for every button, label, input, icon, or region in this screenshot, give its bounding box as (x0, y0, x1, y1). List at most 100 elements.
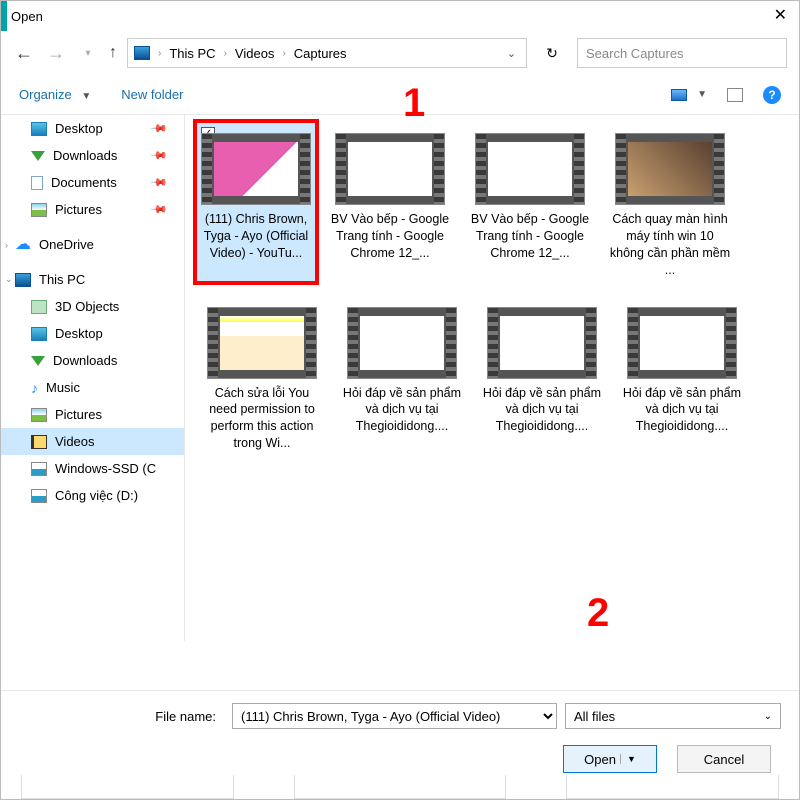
new-folder-button[interactable]: New folder (121, 87, 183, 102)
thumbnail-icon (671, 89, 687, 101)
search-placeholder: Search Captures (586, 46, 684, 61)
sidebar-item-music[interactable]: ♪Music (1, 374, 184, 401)
file-filter-dropdown[interactable]: All files ⌄ (565, 703, 781, 729)
help-icon[interactable]: ? (763, 86, 781, 104)
disk-icon (31, 489, 47, 503)
file-label: Cách quay màn hình máy tính win 10 không… (607, 211, 733, 279)
open-button[interactable]: Open ▼ (563, 745, 657, 773)
cloud-icon: ☁ (15, 240, 31, 250)
pc-icon (134, 46, 150, 60)
breadcrumb[interactable]: › This PC › Videos › Captures ⌄ (127, 38, 527, 68)
video-thumbnail (487, 307, 597, 379)
open-button-label: Open (584, 752, 616, 767)
breadcrumb-l2[interactable]: Captures (294, 46, 347, 61)
sidebar-item-downloads[interactable]: Downloads📌 (1, 142, 184, 169)
sidebar-item-windows-ssd[interactable]: Windows-SSD (C (1, 455, 184, 482)
sidebar-label: This PC (39, 272, 85, 287)
file-item[interactable]: Cách sửa lỗi You need permission to perf… (199, 299, 325, 453)
pc-icon (15, 273, 31, 287)
download-icon (31, 356, 45, 366)
pane-icon (727, 88, 743, 102)
disk-icon (31, 462, 47, 476)
sidebar-item-desktop2[interactable]: Desktop (1, 320, 184, 347)
sidebar-item-documents[interactable]: Documents📌 (1, 169, 184, 196)
file-item[interactable]: BV Vào bếp - Google Trang tính - Google … (327, 125, 453, 279)
file-item-selected[interactable]: ✓ (111) Chris Brown, Tyga - Ayo (Officia… (193, 119, 319, 285)
chevron-down-icon: ▼ (697, 89, 707, 100)
cancel-button[interactable]: Cancel (677, 745, 771, 773)
view-mode-button[interactable]: ▼ (671, 89, 707, 101)
sidebar-item-pictures[interactable]: Pictures 📌 (1, 196, 184, 223)
sidebar-label: Downloads (53, 148, 117, 163)
video-icon (31, 435, 47, 449)
pin-icon: 📌 (150, 119, 169, 138)
pictures-icon (31, 203, 47, 217)
sidebar-item-thispc[interactable]: ⌄ This PC (1, 266, 184, 293)
video-thumbnail (201, 133, 311, 205)
file-label: Hỏi đáp về sản phẩm và dịch vụ tại Thegi… (339, 385, 465, 436)
file-label: Hỏi đáp về sản phẩm và dịch vụ tại Thegi… (479, 385, 605, 436)
chevron-right-icon: › (278, 48, 289, 59)
file-item[interactable]: BV Vào bếp - Google Trang tính - Google … (467, 125, 593, 279)
pictures-icon (31, 408, 47, 422)
chevron-down-icon: ▼ (620, 754, 636, 764)
title-bar: Open ✕ (1, 1, 799, 31)
search-input[interactable]: Search Captures (577, 38, 787, 68)
pin-icon: 📌 (150, 200, 169, 219)
sidebar-item-pictures2[interactable]: Pictures (1, 401, 184, 428)
sidebar-label: 3D Objects (55, 299, 119, 314)
file-label: Hỏi đáp về sản phẩm và dịch vụ tại Thegi… (619, 385, 745, 436)
chevron-down-icon: ⌄ (764, 711, 772, 722)
sidebar-item-downloads2[interactable]: Downloads (1, 347, 184, 374)
breadcrumb-l1[interactable]: Videos (235, 46, 275, 61)
sidebar-label: Pictures (55, 202, 102, 217)
close-icon[interactable]: ✕ (774, 5, 787, 25)
chevron-down-icon: ⌄ (5, 274, 13, 285)
refresh-icon[interactable]: ↻ (537, 45, 567, 62)
file-item[interactable]: Hỏi đáp về sản phẩm và dịch vụ tại Thegi… (479, 299, 605, 453)
filename-input[interactable]: (111) Chris Brown, Tyga - Ayo (Official … (232, 703, 557, 729)
sidebar-label: Windows-SSD (C (55, 461, 156, 476)
sidebar-item-3dobjects[interactable]: 3D Objects (1, 293, 184, 320)
file-item[interactable]: Hỏi đáp về sản phẩm và dịch vụ tại Thegi… (339, 299, 465, 453)
video-thumbnail (615, 133, 725, 205)
background-cards (21, 775, 779, 799)
annotation-1: 1 (403, 81, 425, 126)
chevron-down-icon[interactable]: ⌄ (507, 47, 520, 60)
organize-button[interactable]: Organize ▼ (19, 87, 91, 102)
chevron-right-icon: › (154, 48, 165, 59)
forward-icon[interactable]: → (45, 43, 67, 64)
chevron-right-icon: › (5, 240, 8, 250)
sidebar-label: Công việc (D:) (55, 488, 138, 503)
video-thumbnail (207, 307, 317, 379)
video-thumbnail (347, 307, 457, 379)
file-label: Cách sửa lỗi You need permission to perf… (199, 385, 325, 453)
filename-label: File name: (19, 709, 224, 724)
sidebar-item-videos[interactable]: Videos (1, 428, 184, 455)
file-item[interactable]: Cách quay màn hình máy tính win 10 không… (607, 125, 733, 279)
dialog-footer: File name: (111) Chris Brown, Tyga - Ayo… (1, 690, 799, 773)
annotation-2: 2 (587, 591, 609, 636)
recent-icon[interactable]: ▾ (77, 48, 99, 59)
sidebar-label: OneDrive (39, 237, 94, 252)
up-icon[interactable]: ↑ (109, 44, 117, 62)
sidebar: Desktop📌 Downloads📌 Documents📌 Pictures📌… (1, 115, 185, 641)
nav-row: ← → ▾ ↑ › This PC › Videos › Captures ⌄ … (1, 31, 799, 75)
preview-pane-button[interactable] (727, 88, 743, 102)
sidebar-label: Documents (51, 175, 117, 190)
file-grid: ✓ (111) Chris Brown, Tyga - Ayo (Officia… (185, 115, 799, 641)
sidebar-item-onedrive[interactable]: › ☁ OneDrive (1, 231, 184, 258)
music-icon: ♪ (31, 383, 38, 393)
sidebar-item-desktop[interactable]: Desktop📌 (1, 115, 184, 142)
chevron-right-icon: › (220, 48, 231, 59)
toolbar: Organize ▼ New folder ▼ ? (1, 75, 799, 115)
sidebar-label: Desktop (55, 326, 103, 341)
video-thumbnail (475, 133, 585, 205)
breadcrumb-root[interactable]: This PC (169, 46, 215, 61)
filter-label: All files (574, 709, 615, 724)
back-icon[interactable]: ← (13, 43, 35, 64)
file-item[interactable]: Hỏi đáp về sản phẩm và dịch vụ tại Thegi… (619, 299, 745, 453)
desktop-icon (31, 327, 47, 341)
sidebar-item-congviec[interactable]: Công việc (D:) (1, 482, 184, 509)
video-thumbnail (627, 307, 737, 379)
